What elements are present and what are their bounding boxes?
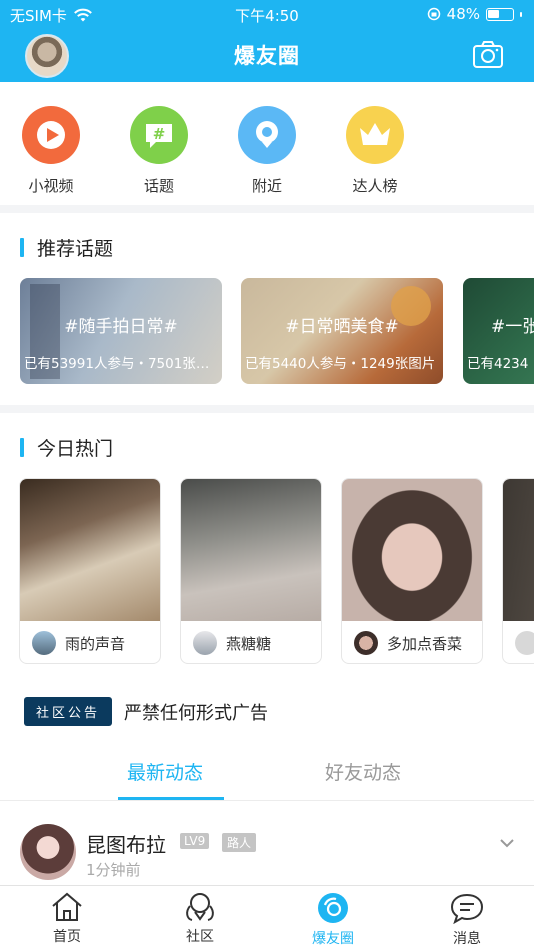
tab-home[interactable]: 首页 — [27, 892, 107, 946]
tab-label: 首页 — [53, 929, 81, 945]
post-author-name[interactable]: 昆图布拉 — [86, 829, 166, 858]
topic-card-meta: 已有5440人参与・1249张图片 — [245, 356, 436, 372]
app-screen: 无SIM卡 下午4:50 48% 爆友圈 小视频 # 话题 附近 达人榜 推荐话… — [0, 0, 534, 950]
post-avatar[interactable] — [20, 824, 76, 880]
chevron-down-icon[interactable] — [498, 834, 516, 852]
tab-community[interactable]: 社区 — [160, 892, 240, 946]
hot-card-image — [342, 479, 482, 621]
quick-links: 小视频 # 话题 附近 达人榜 — [0, 94, 534, 204]
hot-title-text: 今日热门 — [37, 438, 114, 460]
hashtag-icon: # — [130, 106, 188, 164]
quick-link-label: 附近 — [251, 177, 282, 195]
recommended-title: 推荐话题 — [20, 234, 113, 261]
hot-card-image — [181, 479, 321, 621]
hot-card-username: 燕糖糖 — [226, 634, 272, 653]
tab-label: 爆友圈 — [312, 931, 354, 947]
topic-card[interactable]: #日常晒美食# 已有5440人参与・1249张图片 — [241, 278, 443, 384]
topic-card-meta: 已有4234 — [467, 356, 529, 372]
community-icon — [186, 893, 214, 921]
location-icon — [238, 106, 296, 164]
battery-icon — [486, 7, 514, 21]
community-notice[interactable]: 社区公告 严禁任何形式广告 — [24, 697, 268, 726]
hot-card-user: 多加点香菜 — [354, 631, 462, 655]
hot-card[interactable]: 燕糖糖 — [180, 478, 322, 664]
svg-text:#: # — [153, 125, 166, 143]
quick-link-nearby[interactable]: 附近 — [227, 106, 307, 196]
topic-card-title: #日常晒美食# — [285, 317, 399, 337]
bottom-tab-bar: 首页 社区 爆友圈 消息 — [0, 885, 534, 950]
notice-badge: 社区公告 — [24, 697, 113, 726]
top-bar: 无SIM卡 下午4:50 48% 爆友圈 — [0, 0, 534, 82]
crown-icon — [346, 106, 404, 164]
hot-card[interactable]: 雨的声音 — [19, 478, 161, 664]
tab-latest[interactable]: 最新动态 — [127, 758, 203, 785]
tab-friends[interactable]: 好友动态 — [325, 758, 401, 785]
section-accent-bar — [20, 238, 24, 257]
play-icon — [22, 106, 80, 164]
battery-percent: 48% — [446, 5, 480, 23]
role-badge: 路人 — [222, 833, 257, 852]
camera-icon[interactable] — [472, 40, 504, 70]
tab-divider — [0, 800, 534, 801]
section-divider — [0, 405, 534, 413]
topic-card[interactable]: #随手拍日常# 已有53991人参与・7501张图片 — [20, 278, 222, 384]
tab-label: 消息 — [453, 931, 481, 947]
hot-card[interactable] — [502, 478, 534, 664]
message-icon — [450, 893, 484, 924]
moments-icon — [318, 893, 348, 923]
orientation-lock-icon — [427, 7, 440, 21]
hot-card-username: 多加点香菜 — [387, 634, 463, 653]
tab-messages[interactable]: 消息 — [427, 892, 507, 948]
topic-card[interactable]: #一张 已有4234 — [463, 278, 534, 384]
hot-title: 今日热门 — [20, 434, 113, 461]
quick-link-topics[interactable]: # 话题 — [119, 106, 199, 196]
tab-label: 社区 — [186, 929, 214, 945]
quick-link-short-video[interactable]: 小视频 — [11, 106, 91, 196]
tab-moments[interactable]: 爆友圈 — [293, 892, 373, 948]
topic-card-title: #一张 — [491, 317, 534, 337]
avatar — [515, 631, 534, 655]
avatar — [193, 631, 217, 655]
hot-card-user — [515, 631, 534, 655]
recommended-title-text: 推荐话题 — [37, 238, 114, 260]
home-icon — [52, 892, 82, 921]
quick-link-label: 小视频 — [28, 177, 74, 195]
hot-card-image — [20, 479, 160, 621]
section-divider — [0, 205, 534, 213]
section-accent-bar — [20, 438, 24, 457]
quick-link-label: 话题 — [143, 177, 174, 195]
hot-card[interactable]: 多加点香菜 — [341, 478, 483, 664]
quick-link-ranking[interactable]: 达人榜 — [335, 106, 415, 196]
page-title: 爆友圈 — [234, 44, 300, 68]
notice-text: 严禁任何形式广告 — [124, 702, 269, 724]
post-time: 1分钟前 — [86, 861, 141, 879]
level-badge: LV9 — [180, 833, 210, 849]
hot-card-user: 雨的声音 — [32, 631, 125, 655]
hot-card-user: 燕糖糖 — [193, 631, 271, 655]
topic-card-title: #随手拍日常# — [64, 317, 178, 337]
topic-card-meta: 已有53991人参与・7501张图片 — [24, 356, 216, 372]
hot-card-username: 雨的声音 — [65, 634, 126, 653]
hot-card-image — [503, 479, 534, 621]
avatar — [32, 631, 56, 655]
battery-tip — [520, 11, 522, 17]
status-bar: 无SIM卡 下午4:50 48% — [0, 0, 534, 28]
status-right: 48% — [427, 5, 522, 23]
quick-link-label: 达人榜 — [352, 177, 398, 195]
avatar — [354, 631, 378, 655]
